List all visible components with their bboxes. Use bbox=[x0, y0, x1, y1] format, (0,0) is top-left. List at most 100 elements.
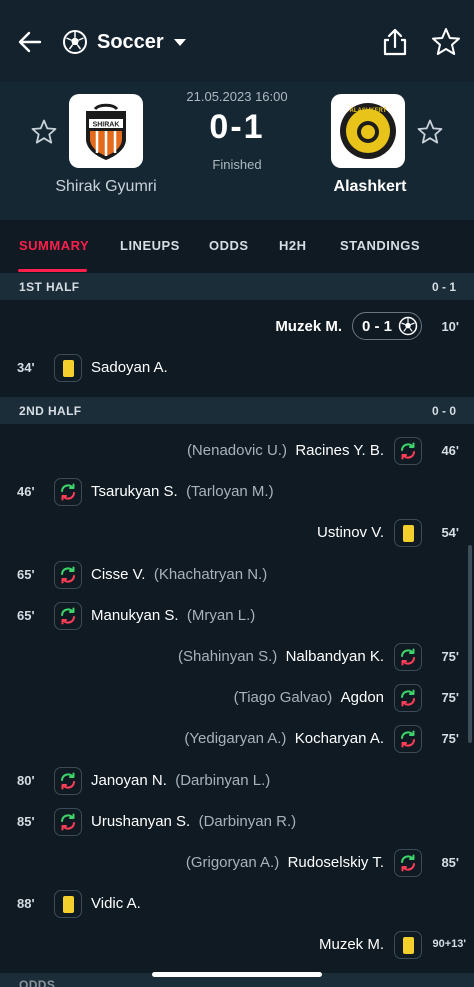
event-player: Racines Y. B. bbox=[295, 442, 384, 459]
card-event-row[interactable]: 90+13' Muzek M. bbox=[0, 925, 474, 965]
shirak-crest-icon: SHIRAK bbox=[86, 103, 126, 160]
event-replaced-player: (Shahinyan S.) bbox=[178, 648, 278, 665]
substitution-icon bbox=[54, 766, 82, 795]
substitution-event-row[interactable]: 65' Manukyan S. (Mryan L.) bbox=[0, 596, 474, 636]
substitution-icon bbox=[54, 807, 82, 836]
event-player: Agdon bbox=[340, 689, 384, 707]
substitution-icon bbox=[54, 478, 82, 507]
event-text: (Grigoryan A.) Rudoselskiy T. bbox=[186, 854, 384, 871]
home-indicator[interactable] bbox=[152, 972, 322, 977]
event-minute: 80' bbox=[17, 772, 35, 788]
substitution-event-row[interactable]: 75' (Shahinyan S.) Nalbandyan K. bbox=[0, 637, 474, 677]
away-team-name[interactable]: Alashkert bbox=[310, 178, 430, 196]
event-text: (Nenadovic U.) Racines Y. B. bbox=[187, 442, 384, 459]
section-score: 0 - 1 bbox=[431, 280, 456, 294]
away-team-logo[interactable]: ALASHKERT bbox=[331, 94, 405, 168]
first-half-header: 1ST HALF 0 - 1 bbox=[0, 273, 474, 300]
section-title: 1ST HALF bbox=[19, 280, 80, 294]
soccer-ball-icon bbox=[63, 30, 87, 54]
event-minute: 46' bbox=[17, 484, 35, 500]
substitution-event-row[interactable]: 85' Urushanyan S. (Darbinyan R.) bbox=[0, 802, 474, 842]
active-tab-indicator bbox=[18, 269, 87, 272]
yellow-card-icon bbox=[394, 931, 422, 960]
event-player: Nalbandyan K. bbox=[285, 648, 384, 665]
event-replaced-player: (Darbinyan L.) bbox=[175, 771, 271, 789]
home-team-name[interactable]: Shirak Gyumri bbox=[40, 178, 172, 196]
event-player: Rudoselskiy T. bbox=[287, 854, 384, 871]
substitution-event-row[interactable]: 46' (Nenadovic U.) Racines Y. B. bbox=[0, 431, 474, 471]
tab-h2h[interactable]: H2H bbox=[279, 238, 307, 253]
tab-summary[interactable]: SUMMARY bbox=[19, 238, 89, 253]
substitution-icon bbox=[394, 437, 422, 465]
yellow-card-icon bbox=[394, 519, 422, 548]
event-text: Urushanyan S. (Darbinyan R.) bbox=[91, 813, 296, 830]
event-minute: 85' bbox=[441, 855, 459, 870]
back-arrow-icon[interactable] bbox=[14, 26, 46, 58]
substitution-icon bbox=[54, 560, 82, 589]
substitution-icon bbox=[394, 643, 422, 671]
home-logo-text: SHIRAK bbox=[93, 122, 120, 129]
section-score: 0 - 0 bbox=[431, 404, 456, 418]
event-minute: 34' bbox=[17, 360, 35, 375]
substitution-event-row[interactable]: 75' (Yedigaryan A.) Kocharyan A. bbox=[0, 719, 474, 759]
event-text: Janoyan N. (Darbinyan L.) bbox=[91, 772, 270, 789]
soccer-ball-icon bbox=[398, 316, 418, 336]
tab-standings[interactable]: STANDINGS bbox=[340, 238, 420, 253]
event-replaced-player: (Nenadovic U.) bbox=[186, 442, 287, 459]
event-replaced-player: (Yedigaryan A.) bbox=[184, 730, 287, 748]
event-replaced-player: (Tiago Galvao) bbox=[233, 689, 333, 707]
card-event-row[interactable]: 88' Vidic A. bbox=[0, 884, 474, 924]
goal-event-row[interactable]: Muzek M. 0 - 1 10' bbox=[0, 307, 474, 347]
event-text: Tsarukyan S. (Tarloyan M.) bbox=[91, 483, 274, 500]
goal-score-badge: 0 - 1 bbox=[352, 312, 422, 340]
substitution-icon bbox=[54, 601, 82, 630]
event-player: Sadoyan A. bbox=[91, 359, 168, 376]
event-replaced-player: (Grigoryan A.) bbox=[185, 854, 280, 871]
event-player: Ustinov V. bbox=[317, 524, 384, 542]
card-event-row[interactable]: 34' Sadoyan A. bbox=[0, 348, 474, 388]
event-text: Vidic A. bbox=[91, 895, 141, 912]
event-player: Urushanyan S. bbox=[91, 812, 191, 830]
event-player: Janoyan N. bbox=[91, 771, 167, 789]
event-player: Manukyan S. bbox=[91, 606, 179, 624]
home-team-logo[interactable]: SHIRAK bbox=[69, 94, 143, 168]
event-player: Cisse V. bbox=[91, 565, 146, 583]
event-minute: 65' bbox=[17, 566, 35, 582]
card-event-row[interactable]: 54' Ustinov V. bbox=[0, 513, 474, 553]
event-minute: 75' bbox=[441, 649, 459, 664]
event-minute: 90+13' bbox=[432, 938, 466, 951]
share-icon[interactable] bbox=[380, 26, 410, 58]
yellow-card-icon bbox=[54, 890, 82, 919]
scrollbar[interactable] bbox=[468, 545, 472, 743]
match-status: Finished bbox=[212, 157, 262, 172]
caret-down-icon bbox=[173, 39, 186, 46]
event-replaced-player: (Darbinyan R.) bbox=[198, 812, 297, 830]
substitution-event-row[interactable]: 65' Cisse V. (Khachatryan N.) bbox=[0, 555, 474, 595]
match-date: 21.05.2023 16:00 bbox=[186, 89, 288, 104]
favorite-star-icon[interactable] bbox=[430, 26, 462, 58]
home-favorite-star-icon[interactable] bbox=[30, 118, 58, 146]
substitution-icon bbox=[394, 684, 422, 713]
section-title: ODDS bbox=[19, 978, 56, 987]
event-player: Vidic A. bbox=[91, 895, 141, 913]
event-player: Tsarukyan S. bbox=[91, 483, 178, 501]
tab-odds[interactable]: ODDS bbox=[209, 238, 249, 253]
event-minute: 65' bbox=[17, 607, 35, 623]
alashkert-crest-icon: ALASHKERT bbox=[340, 103, 396, 159]
substitution-event-row[interactable]: 75' (Tiago Galvao) Agdon bbox=[0, 678, 474, 718]
substitution-event-row[interactable]: 85' (Grigoryan A.) Rudoselskiy T. bbox=[0, 843, 474, 883]
substitution-icon bbox=[394, 849, 422, 877]
sport-selector[interactable]: Soccer bbox=[62, 26, 187, 58]
event-minute: 75' bbox=[441, 731, 459, 747]
substitution-event-row[interactable]: 46' Tsarukyan S. (Tarloyan M.) bbox=[0, 472, 474, 512]
section-title: 2ND HALF bbox=[19, 404, 82, 418]
away-logo-text: ALASHKERT bbox=[350, 108, 387, 114]
substitution-event-row[interactable]: 80' Janoyan N. (Darbinyan L.) bbox=[0, 761, 474, 801]
event-minute: 75' bbox=[441, 690, 459, 706]
event-text: (Tiago Galvao) Agdon bbox=[234, 689, 384, 706]
away-favorite-star-icon[interactable] bbox=[416, 118, 444, 146]
tab-lineups[interactable]: LINEUPS bbox=[120, 238, 180, 253]
yellow-card-icon bbox=[54, 354, 82, 382]
event-minute: 46' bbox=[441, 443, 459, 458]
match-score: 0-1 bbox=[209, 108, 265, 146]
